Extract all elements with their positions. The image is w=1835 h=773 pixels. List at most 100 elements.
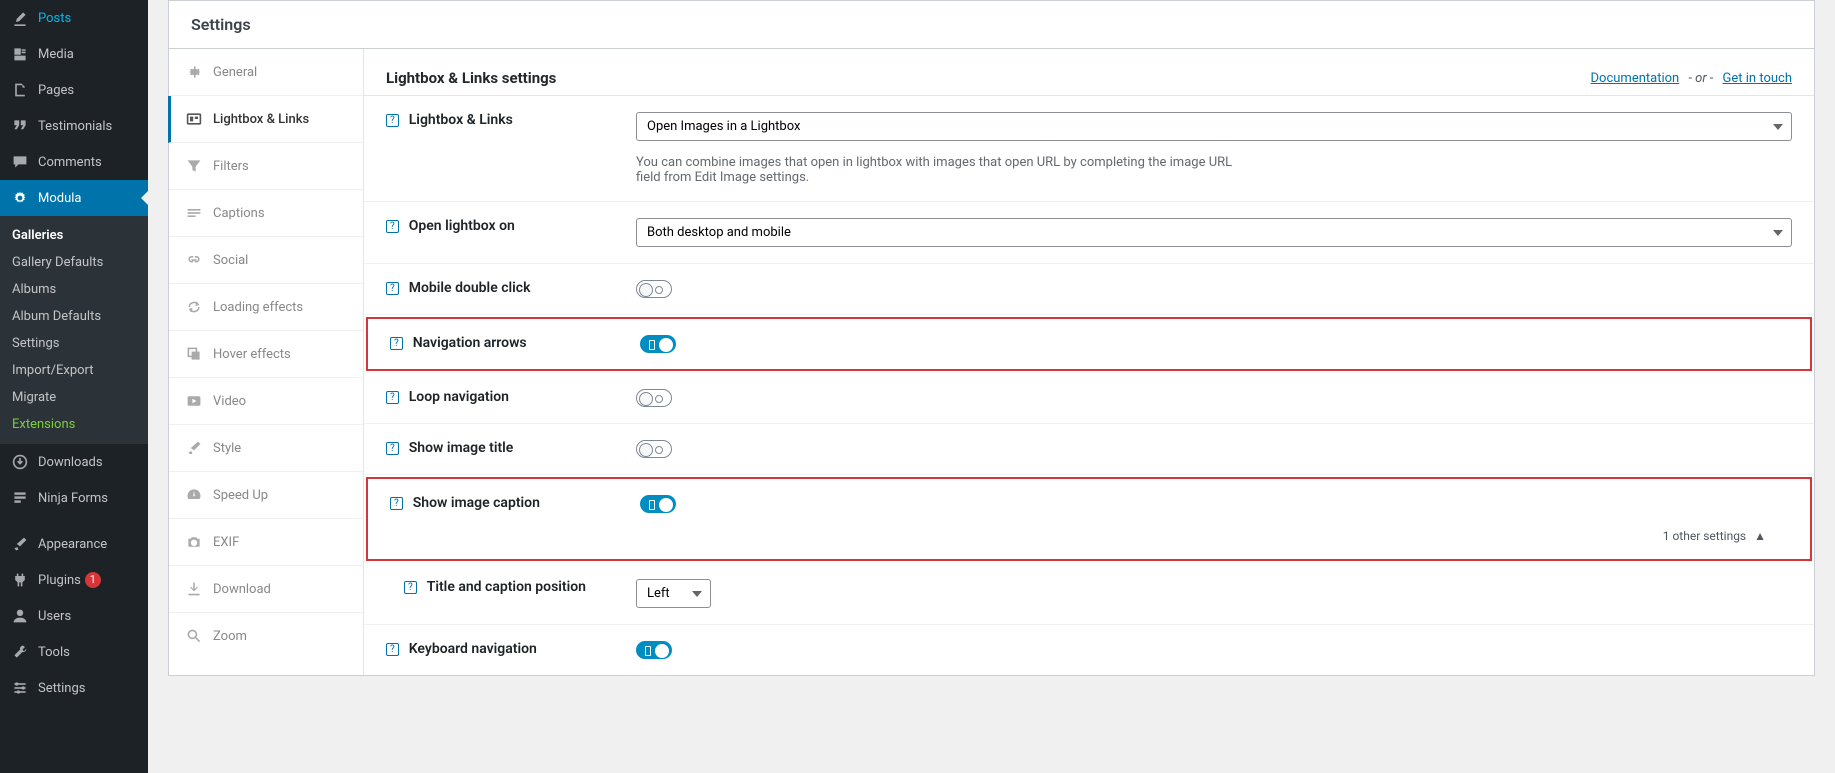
sidebar-item-label: Pages	[38, 83, 74, 98]
tab-style[interactable]: Style	[169, 425, 363, 472]
submenu-import-export[interactable]: Import/Export	[0, 357, 148, 384]
filter-icon	[185, 157, 203, 175]
reload-icon	[185, 298, 203, 316]
other-settings-hint[interactable]: 1 other settings ▲	[640, 517, 1788, 543]
update-badge: 1	[85, 572, 101, 588]
submenu-migrate[interactable]: Migrate	[0, 384, 148, 411]
sidebar-item-plugins[interactable]: Plugins 1	[0, 562, 148, 598]
tab-zoom[interactable]: Zoom	[169, 613, 363, 659]
pin-icon	[10, 8, 30, 28]
tab-hover-effects[interactable]: Hover effects	[169, 331, 363, 378]
field-label: Title and caption position	[427, 579, 586, 595]
submenu-gallery-defaults[interactable]: Gallery Defaults	[0, 249, 148, 276]
sidebar-item-media[interactable]: Media	[0, 36, 148, 72]
sidebar-item-modula[interactable]: Modula	[0, 180, 148, 216]
help-icon[interactable]: ?	[390, 497, 403, 510]
sidebar-item-label: Appearance	[38, 537, 107, 552]
chevron-up-icon: ▲	[1754, 529, 1766, 543]
sidebar-item-label: Tools	[38, 645, 70, 660]
tab-label: Hover effects	[213, 347, 291, 362]
help-icon[interactable]: ?	[386, 442, 399, 455]
field-label: Show image title	[409, 440, 514, 456]
tab-exif[interactable]: EXIF	[169, 519, 363, 566]
loop-navigation-toggle[interactable]	[636, 389, 672, 407]
sidebar-item-ninja-forms[interactable]: Ninja Forms	[0, 480, 148, 516]
keyboard-navigation-toggle[interactable]	[636, 641, 672, 659]
field-description: You can combine images that open in ligh…	[636, 155, 1256, 185]
help-icon[interactable]: ?	[386, 220, 399, 233]
sidebar-item-downloads[interactable]: Downloads	[0, 444, 148, 480]
tab-download[interactable]: Download	[169, 566, 363, 613]
sidebar-item-label: Ninja Forms	[38, 491, 108, 506]
sidebar-item-posts[interactable]: Posts	[0, 0, 148, 36]
tab-filters[interactable]: Filters	[169, 143, 363, 190]
tab-label: Video	[213, 394, 246, 409]
lightbox-links-select[interactable]: Open Images in a Lightbox	[636, 112, 1792, 141]
get-in-touch-link[interactable]: Get in touch	[1723, 71, 1792, 86]
tab-speed-up[interactable]: Speed Up	[169, 472, 363, 519]
field-loop-navigation: ? Loop navigation	[364, 373, 1814, 424]
open-lightbox-select[interactable]: Both desktop and mobile	[636, 218, 1792, 247]
camera-icon	[185, 533, 203, 551]
show-image-caption-toggle[interactable]	[640, 495, 676, 513]
page-icon	[10, 80, 30, 100]
help-icon[interactable]: ?	[386, 282, 399, 295]
title-caption-position-select[interactable]: Left	[636, 579, 711, 608]
help-icon[interactable]: ?	[390, 337, 403, 350]
field-navigation-arrows: ? Navigation arrows	[366, 317, 1812, 371]
help-icon[interactable]: ?	[386, 114, 399, 127]
gear-icon	[185, 63, 203, 81]
tab-captions[interactable]: Captions	[169, 190, 363, 237]
form-icon	[10, 488, 30, 508]
wp-admin-sidebar: Posts Media Pages Testimonials Comments …	[0, 0, 148, 773]
brush-icon	[185, 439, 203, 457]
sidebar-item-label: Media	[38, 47, 74, 62]
submenu-galleries[interactable]: Galleries	[0, 222, 148, 249]
sidebar-item-label: Modula	[38, 191, 82, 206]
zoom-icon	[185, 627, 203, 645]
tab-social[interactable]: Social	[169, 237, 363, 284]
submenu-albums[interactable]: Albums	[0, 276, 148, 303]
tab-video[interactable]: Video	[169, 378, 363, 425]
gear-icon	[10, 188, 30, 208]
sidebar-item-comments[interactable]: Comments	[0, 144, 148, 180]
help-icon[interactable]: ?	[386, 643, 399, 656]
sidebar-item-settings[interactable]: Settings	[0, 670, 148, 706]
help-icon[interactable]: ?	[386, 391, 399, 404]
sidebar-item-label: Settings	[38, 681, 85, 696]
field-label: Lightbox & Links	[409, 112, 513, 128]
sidebar-item-pages[interactable]: Pages	[0, 72, 148, 108]
sidebar-item-label: Users	[38, 609, 71, 624]
show-image-title-toggle[interactable]	[636, 440, 672, 458]
section-title: Lightbox & Links settings	[386, 69, 1591, 87]
main-content: Settings General Lightbox & Links Filter…	[148, 0, 1835, 773]
comment-icon	[10, 152, 30, 172]
tab-label: Loading effects	[213, 300, 303, 315]
tab-loading-effects[interactable]: Loading effects	[169, 284, 363, 331]
tab-lightbox-links[interactable]: Lightbox & Links	[168, 96, 363, 143]
sidebar-item-appearance[interactable]: Appearance	[0, 526, 148, 562]
mobile-double-click-toggle[interactable]	[636, 280, 672, 298]
sidebar-item-label: Downloads	[38, 455, 103, 470]
field-label: Show image caption	[413, 495, 540, 511]
submenu-album-defaults[interactable]: Album Defaults	[0, 303, 148, 330]
settings-tabs: General Lightbox & Links Filters Caption…	[169, 49, 364, 675]
navigation-arrows-toggle[interactable]	[640, 335, 676, 353]
hover-icon	[185, 345, 203, 363]
tab-label: Filters	[213, 159, 249, 174]
sidebar-item-testimonials[interactable]: Testimonials	[0, 108, 148, 144]
sidebar-item-tools[interactable]: Tools	[0, 634, 148, 670]
field-lightbox-links: ? Lightbox & Links Open Images in a Ligh…	[364, 96, 1814, 202]
sidebar-item-users[interactable]: Users	[0, 598, 148, 634]
help-icon[interactable]: ?	[404, 581, 417, 594]
tab-general[interactable]: General	[169, 49, 363, 96]
submenu-extensions[interactable]: Extensions	[0, 411, 148, 438]
sidebar-submenu: Galleries Gallery Defaults Albums Album …	[0, 216, 148, 444]
submenu-settings[interactable]: Settings	[0, 330, 148, 357]
plugin-icon	[10, 570, 30, 590]
documentation-link[interactable]: Documentation	[1591, 71, 1680, 86]
field-label: Mobile double click	[409, 280, 531, 296]
user-icon	[10, 606, 30, 626]
field-label: Open lightbox on	[409, 218, 515, 234]
video-icon	[185, 392, 203, 410]
